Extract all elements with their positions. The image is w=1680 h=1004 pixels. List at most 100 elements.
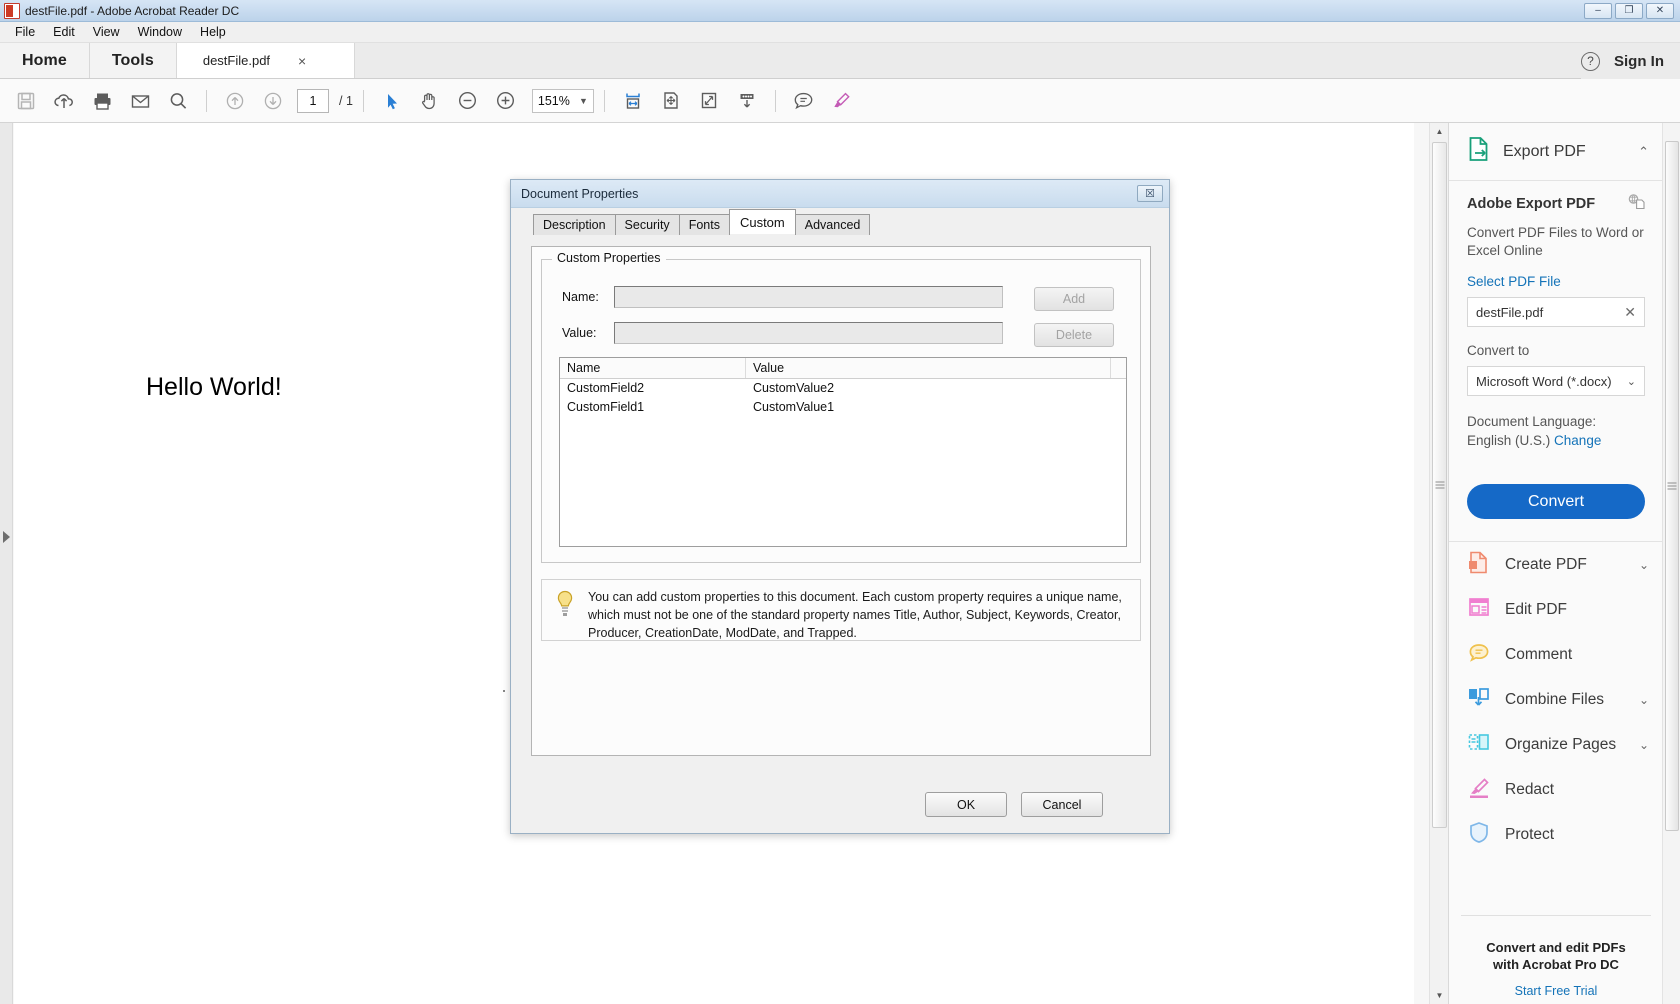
tool-comment[interactable]: Comment <box>1449 632 1663 677</box>
ok-button[interactable]: OK <box>925 792 1007 817</box>
tab-home[interactable]: Home <box>0 43 90 78</box>
tool-edit-pdf[interactable]: Edit PDF <box>1449 587 1663 632</box>
add-button[interactable]: Add <box>1034 287 1114 311</box>
delete-button[interactable]: Delete <box>1034 323 1114 347</box>
tab-security[interactable]: Security <box>615 214 680 235</box>
restore-button[interactable]: ❐ <box>1615 3 1643 19</box>
minus-circle-icon[interactable] <box>450 83 486 119</box>
document-properties-dialog: Document Properties ☒ Description Securi… <box>510 179 1170 834</box>
menu-item-window[interactable]: Window <box>129 23 191 41</box>
full-screen-icon[interactable] <box>691 83 727 119</box>
promo-line-1: Convert and edit PDFs <box>1449 939 1663 957</box>
menu-item-file[interactable]: File <box>6 23 44 41</box>
zoom-level-select[interactable]: 151% ▼ <box>532 89 594 113</box>
tools-panel-scrollbar[interactable] <box>1662 123 1680 1004</box>
lightbulb-icon <box>554 589 576 624</box>
menubar: File Edit View Window Help <box>0 22 1680 43</box>
zoom-level-value: 151% <box>538 94 570 108</box>
chevron-down-icon: ⌄ <box>1627 375 1636 388</box>
tab-tools[interactable]: Tools <box>90 43 177 78</box>
tab-description[interactable]: Description <box>533 214 616 235</box>
convert-button[interactable]: Convert <box>1467 484 1645 519</box>
printer-icon[interactable] <box>84 83 120 119</box>
grid-column-value[interactable]: Value <box>746 358 1111 378</box>
chevron-up-icon[interactable]: ⌃ <box>1638 144 1649 160</box>
document-vertical-scrollbar[interactable]: ▲ ▼ <box>1429 123 1448 1004</box>
custom-properties-grid[interactable]: Name Value CustomField2 CustomValue2 Cus… <box>559 357 1127 547</box>
arrow-up-circle-icon[interactable] <box>217 83 253 119</box>
magnifier-icon[interactable] <box>160 83 196 119</box>
tab-fonts[interactable]: Fonts <box>679 214 730 235</box>
hand-icon[interactable] <box>412 83 448 119</box>
comment-bubble-icon[interactable] <box>786 83 822 119</box>
scroll-down-icon[interactable] <box>729 83 765 119</box>
tool-combine-files[interactable]: Combine Files ⌄ <box>1449 677 1663 722</box>
tab-advanced[interactable]: Advanced <box>795 214 871 235</box>
value-input[interactable] <box>614 322 1003 344</box>
tools-panel: Export PDF ⌃ Adobe Export PDF Convert PD… <box>1448 123 1680 1004</box>
close-icon[interactable]: × <box>298 53 306 69</box>
close-button[interactable]: ✕ <box>1646 3 1674 19</box>
minimize-button[interactable]: – <box>1584 3 1612 19</box>
table-row[interactable]: CustomField2 CustomValue2 <box>560 379 1126 398</box>
tool-create-pdf[interactable]: Create PDF ⌄ <box>1449 542 1663 587</box>
copy-pages-icon[interactable] <box>1627 193 1645 214</box>
tool-label: Edit PDF <box>1505 601 1567 619</box>
highlighter-icon[interactable] <box>824 83 860 119</box>
scroll-down-arrow-icon[interactable]: ▼ <box>1430 987 1449 1004</box>
convert-to-value: Microsoft Word (*.docx) <box>1476 374 1612 389</box>
tool-protect[interactable]: Protect <box>1449 812 1663 857</box>
promo-divider <box>1461 915 1651 916</box>
document-language-value: English (U.S.) <box>1467 433 1550 448</box>
envelope-icon[interactable] <box>122 83 158 119</box>
fit-width-icon[interactable] <box>615 83 651 119</box>
arrow-down-circle-icon[interactable] <box>255 83 291 119</box>
export-pdf-header[interactable]: Export PDF ⌃ <box>1449 123 1663 181</box>
hint-text: You can add custom properties to this do… <box>588 589 1128 642</box>
page-total-label: / 1 <box>339 94 353 108</box>
dialog-tab-panel-custom: Custom Properties Name: Add Value: Delet… <box>531 246 1151 756</box>
chevron-down-icon[interactable]: ⌄ <box>1639 558 1649 572</box>
tab-document[interactable]: destFile.pdf × <box>177 43 355 78</box>
tabstrip-filler <box>355 43 1680 78</box>
chevron-down-icon[interactable]: ⌄ <box>1639 738 1649 752</box>
cursor-arrow-icon[interactable] <box>374 83 410 119</box>
convert-to-select[interactable]: Microsoft Word (*.docx) ⌄ <box>1467 366 1645 396</box>
cloud-upload-icon[interactable] <box>46 83 82 119</box>
expand-nav-pane-icon[interactable] <box>3 531 10 543</box>
tool-organize-pages[interactable]: Organize Pages ⌄ <box>1449 722 1663 767</box>
dialog-titlebar: Document Properties ☒ <box>511 180 1169 208</box>
name-input[interactable] <box>614 286 1003 308</box>
acrobat-reader-window: destFile.pdf - Adobe Acrobat Reader DC –… <box>0 0 1680 1004</box>
tool-redact[interactable]: Redact <box>1449 767 1663 812</box>
dialog-close-button[interactable]: ☒ <box>1137 185 1163 202</box>
start-free-trial-link[interactable]: Start Free Trial <box>1449 984 1663 998</box>
scrollbar-thumb[interactable] <box>1432 142 1447 828</box>
grid-column-name[interactable]: Name <box>560 358 746 378</box>
selected-file-field[interactable]: destFile.pdf ✕ <box>1467 297 1645 327</box>
tools-scrollbar-thumb[interactable] <box>1665 141 1679 831</box>
clear-file-icon[interactable]: ✕ <box>1624 304 1636 321</box>
save-disk-icon[interactable] <box>8 83 44 119</box>
plus-circle-icon[interactable] <box>488 83 524 119</box>
select-pdf-file-link[interactable]: Select PDF File <box>1467 274 1645 289</box>
page-number-input[interactable]: 1 <box>297 89 329 113</box>
cancel-button[interactable]: Cancel <box>1021 792 1103 817</box>
scroll-up-icon[interactable]: ▲ <box>1430 123 1449 140</box>
tab-custom[interactable]: Custom <box>729 209 796 234</box>
sign-in-button[interactable]: Sign In <box>1614 53 1664 70</box>
cell-name: CustomField1 <box>560 398 746 417</box>
dialog-title: Document Properties <box>521 187 638 201</box>
menu-item-view[interactable]: View <box>84 23 129 41</box>
tools-panel-content: Export PDF ⌃ Adobe Export PDF Convert PD… <box>1449 123 1663 1004</box>
navigation-pane-rail[interactable] <box>0 123 13 1004</box>
change-language-link[interactable]: Change <box>1554 433 1601 448</box>
menu-item-help[interactable]: Help <box>191 23 235 41</box>
fit-page-icon[interactable] <box>653 83 689 119</box>
chevron-down-icon[interactable]: ⌄ <box>1639 693 1649 707</box>
window-title: destFile.pdf - Adobe Acrobat Reader DC <box>25 4 239 18</box>
question-mark-icon[interactable]: ? <box>1581 52 1600 71</box>
toolbar-separator <box>206 90 207 112</box>
table-row[interactable]: CustomField1 CustomValue1 <box>560 398 1126 417</box>
menu-item-edit[interactable]: Edit <box>44 23 84 41</box>
